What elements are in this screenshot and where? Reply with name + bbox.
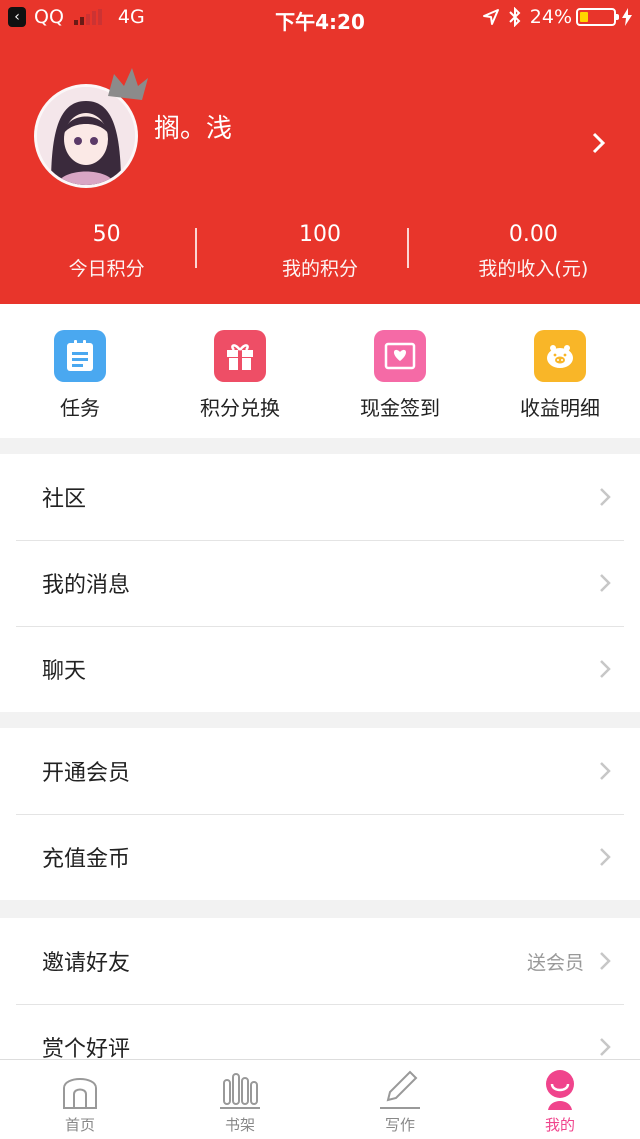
stat-my-points[interactable]: 100 我的积分 bbox=[213, 220, 426, 286]
bluetooth-icon bbox=[509, 7, 521, 27]
stat-my-income[interactable]: 0.00 我的收入(元) bbox=[427, 220, 640, 286]
quick-action-tasks[interactable]: 任务 bbox=[0, 304, 160, 438]
stat-label: 我的积分 bbox=[281, 258, 358, 280]
menu-item-open-membership[interactable]: 开通会员 bbox=[0, 728, 640, 814]
quick-action-label: 任务 bbox=[60, 396, 100, 420]
envelope-heart-icon bbox=[374, 330, 426, 382]
chevron-right-icon bbox=[600, 848, 611, 866]
chevron-right-icon bbox=[600, 660, 611, 678]
tab-write[interactable]: 写作 bbox=[320, 1060, 480, 1139]
avatar-wrap[interactable] bbox=[34, 68, 148, 188]
stat-divider bbox=[407, 228, 409, 268]
bottom-tab-bar: 首页 书架 写作 我的 bbox=[0, 1059, 640, 1139]
chevron-right-icon bbox=[600, 488, 611, 506]
menu-item-chat[interactable]: 聊天 bbox=[0, 626, 640, 712]
clipboard-icon bbox=[54, 330, 106, 382]
menu-item-label: 聊天 bbox=[42, 659, 87, 684]
charging-bolt-icon bbox=[622, 8, 632, 26]
pencil-icon bbox=[380, 1070, 420, 1109]
chevron-right-icon bbox=[600, 1038, 611, 1056]
battery-icon bbox=[576, 8, 619, 26]
tab-label: 写作 bbox=[384, 1116, 415, 1134]
status-right: 24% bbox=[482, 6, 632, 28]
chevron-right-icon bbox=[600, 762, 611, 780]
stat-label: 今日积分 bbox=[68, 258, 145, 280]
tab-label: 我的 bbox=[544, 1116, 575, 1134]
piggy-bank-icon bbox=[534, 330, 586, 382]
bookshelf-icon bbox=[220, 1073, 260, 1109]
status-bar: ‹ QQ 4G 下午4:20 24% bbox=[0, 0, 640, 36]
tab-mine[interactable]: 我的 bbox=[480, 1060, 640, 1139]
person-icon bbox=[546, 1070, 574, 1110]
gift-icon bbox=[214, 330, 266, 382]
menu-group-membership: 开通会员 充值金币 bbox=[0, 728, 640, 900]
stat-label: 我的收入(元) bbox=[478, 258, 589, 280]
menu-item-label: 我的消息 bbox=[42, 573, 131, 598]
chevron-right-icon[interactable] bbox=[588, 132, 610, 154]
menu-item-label: 开通会员 bbox=[42, 761, 131, 786]
battery-percent: 24% bbox=[529, 6, 572, 28]
quick-action-cash-checkin[interactable]: 现金签到 bbox=[320, 304, 480, 438]
menu-item-recharge-coins[interactable]: 充值金币 bbox=[0, 814, 640, 900]
stat-value: 50 bbox=[92, 222, 121, 247]
crown-badge-icon bbox=[108, 68, 148, 100]
menu-group-social: 社区 我的消息 聊天 bbox=[0, 454, 640, 712]
menu-item-invite-friends[interactable]: 邀请好友 送会员 bbox=[0, 918, 640, 1004]
chevron-right-icon bbox=[600, 952, 611, 970]
tab-home[interactable]: 首页 bbox=[0, 1060, 160, 1139]
menu-item-label: 邀请好友 bbox=[42, 951, 131, 976]
quick-action-label: 收益明细 bbox=[520, 396, 600, 420]
username[interactable]: 搁。浅 bbox=[154, 108, 232, 145]
menu-item-label: 充值金币 bbox=[42, 847, 131, 872]
stat-value: 100 bbox=[298, 222, 341, 247]
chevron-right-icon bbox=[600, 574, 611, 592]
menu-item-hint: 送会员 bbox=[526, 951, 584, 974]
quick-action-label: 积分兑换 bbox=[200, 396, 280, 420]
menu-item-community[interactable]: 社区 bbox=[0, 454, 640, 540]
profile-header[interactable]: 搁。浅 50 今日积分 100 我的积分 0.00 我的收入(元) bbox=[0, 36, 640, 304]
stat-value: 0.00 bbox=[508, 222, 558, 247]
location-arrow-icon bbox=[482, 9, 499, 25]
tab-bookshelf[interactable]: 书架 bbox=[160, 1060, 320, 1139]
quick-actions: 任务 积分兑换 现金签到 收益明细 bbox=[0, 304, 640, 438]
quick-action-earnings[interactable]: 收益明细 bbox=[480, 304, 640, 438]
menu-item-my-messages[interactable]: 我的消息 bbox=[0, 540, 640, 626]
stat-today-points[interactable]: 50 今日积分 bbox=[0, 220, 213, 286]
quick-action-points-exchange[interactable]: 积分兑换 bbox=[160, 304, 320, 438]
quick-action-label: 现金签到 bbox=[360, 396, 440, 420]
stat-divider bbox=[195, 228, 197, 268]
menu-item-label: 社区 bbox=[42, 487, 87, 512]
stats-row: 50 今日积分 100 我的积分 0.00 我的收入(元) bbox=[0, 220, 640, 286]
tab-label: 书架 bbox=[224, 1116, 255, 1134]
home-arch-icon bbox=[63, 1078, 97, 1109]
tab-label: 首页 bbox=[64, 1116, 95, 1134]
